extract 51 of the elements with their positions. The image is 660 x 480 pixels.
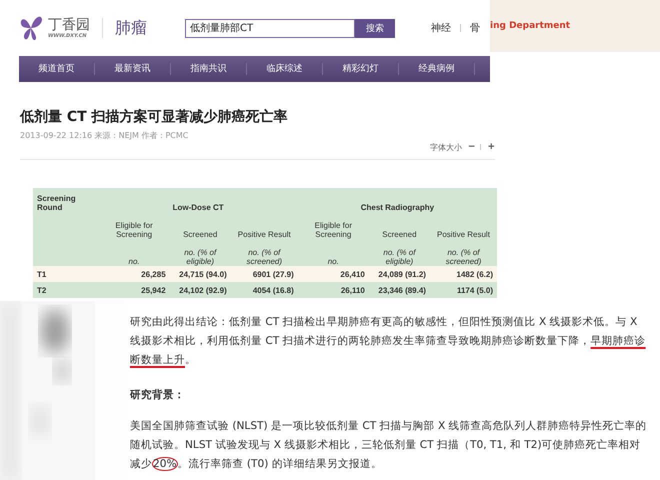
channel-title: 肺瘤 bbox=[102, 18, 147, 38]
header-link[interactable]: 神经 bbox=[431, 21, 451, 35]
row-label: T1 bbox=[33, 266, 99, 282]
nav-item[interactable]: 临床综述 bbox=[247, 63, 323, 75]
column-header: Positive Result bbox=[230, 212, 298, 239]
table-cell: 24,715 (94.0) bbox=[170, 266, 231, 282]
group-header: Low-Dose CT bbox=[98, 188, 298, 212]
paragraph: 研究由此得出结论：低剂量 CT 扫描检出早期肺癌有更高的敏感性，但阳性预测值比 X 线摄影术低。与 X 线摄影术相比，利用低剂量 CT 扫描术进行的两轮肺癌发生率筛查导致晚期肺癌诊断数量下降，早期肺癌诊断数量上升。 bbox=[130, 315, 647, 368]
article-title: 低剂量 CT 扫描方案可显著减少肺癌死亡率 bbox=[20, 108, 289, 126]
unit-label: no. bbox=[98, 239, 170, 266]
table-cell: 26,285 bbox=[98, 266, 170, 282]
table-cell: 24,102 (92.9) bbox=[170, 282, 231, 298]
header-link[interactable]: 骨 bbox=[470, 21, 480, 35]
nav-item[interactable]: 频道首页 bbox=[19, 63, 95, 75]
unit-label: no. bbox=[298, 239, 369, 266]
banner-text: ing Department bbox=[490, 21, 570, 31]
column-header: Positive Result bbox=[430, 212, 497, 239]
table-cell: 26,410 bbox=[298, 266, 369, 282]
column-header: Screened bbox=[170, 212, 231, 239]
nav-item[interactable]: 最新资讯 bbox=[95, 63, 171, 75]
logo-name: 丁香园 bbox=[48, 17, 90, 33]
table-cell: 1482 (6.2) bbox=[430, 266, 497, 282]
nav-item[interactable]: 指南共识 bbox=[171, 63, 247, 75]
article-meta: 2013-09-22 12:16 来源：NEJM 作者：PCMC bbox=[20, 130, 190, 141]
nav-item[interactable]: 精彩幻灯 bbox=[323, 63, 399, 75]
search-field[interactable]: 低剂量肺部CT bbox=[185, 18, 355, 38]
font-increase-button[interactable]: + bbox=[487, 142, 495, 152]
table-cell: 1174 (5.0) bbox=[430, 282, 497, 298]
paragraph: 美国全国肺筛查试验 (NLST) 是一项比较低剂量 CT 扫描与胸部 X 线筛查高危队列人群肺癌特异性死亡率的随机试验。NLST 试验发现与 X 线摄影术相比，三轮低剂量 CT 扫描（T0, T1, 和 T2)可使肺癌死亡率相对减少20%。流行率筛查 (T0) 的详细结果另文报道。 bbox=[130, 419, 648, 473]
column-header: Screened bbox=[368, 212, 430, 239]
table-cell: 4054 (16.8) bbox=[230, 282, 298, 298]
font-size-label: 字体大小 bbox=[430, 142, 462, 152]
row-label: T2 bbox=[33, 282, 99, 298]
table-cell: 6901 (27.9) bbox=[230, 266, 298, 282]
unit-label: no. (% of screened) bbox=[430, 239, 497, 266]
unit-label: no. (% of eligible) bbox=[368, 239, 430, 266]
column-header: Eligible for Screening bbox=[98, 212, 170, 239]
group-header: Chest Radiography bbox=[298, 188, 497, 212]
font-decrease-button[interactable]: − bbox=[468, 142, 476, 152]
table-cell: 24,089 (91.2) bbox=[368, 266, 430, 282]
nav-item[interactable]: 经典病例 bbox=[399, 63, 475, 75]
column-header: Screening Round bbox=[33, 188, 99, 212]
unit-label: no. (% of eligible) bbox=[170, 239, 231, 266]
unit-label: no. (% of screened) bbox=[230, 239, 298, 266]
table-cell: 25,942 bbox=[98, 282, 170, 298]
butterfly-logo-icon bbox=[18, 14, 44, 42]
search-button[interactable]: 搜索 bbox=[355, 18, 395, 38]
column-header: Eligible for Screening bbox=[298, 212, 369, 239]
section-heading: 研究背景： bbox=[130, 388, 186, 403]
table-cell: 23,346 (89.4) bbox=[368, 282, 430, 298]
table-cell: 26,110 bbox=[298, 282, 369, 298]
